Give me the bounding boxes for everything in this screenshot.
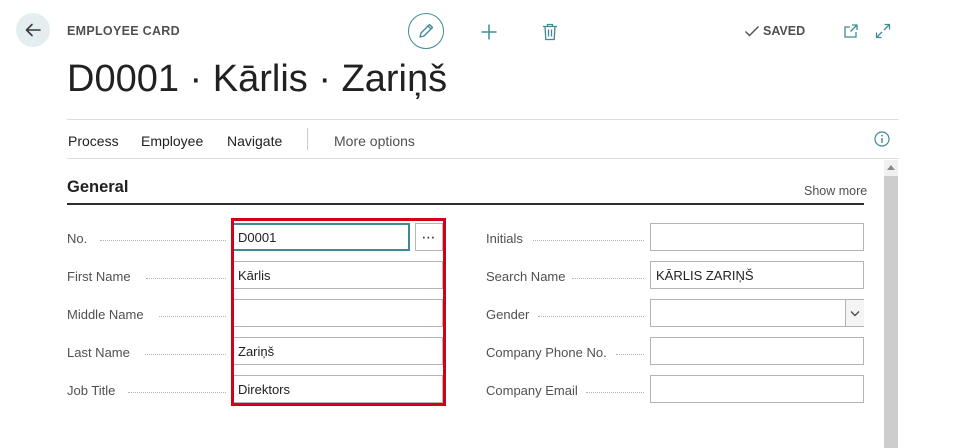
action-bar-bottom-divider xyxy=(67,158,899,159)
search-name-label-leader xyxy=(572,278,644,279)
gender-select[interactable] xyxy=(650,299,864,327)
expand-button[interactable] xyxy=(874,22,892,40)
trash-icon xyxy=(543,23,557,41)
first-name-label: First Name xyxy=(67,269,131,284)
saved-label: SAVED xyxy=(763,24,806,38)
job-title-label-leader xyxy=(128,392,226,393)
caret-up-icon xyxy=(887,165,895,170)
initials-label: Initials xyxy=(486,231,523,246)
delete-button[interactable] xyxy=(539,21,561,43)
chevron-down-icon xyxy=(850,310,860,316)
no-lookup-button[interactable]: ⋯ xyxy=(415,223,443,251)
menu-process[interactable]: Process xyxy=(68,133,119,149)
first-name-field[interactable]: Kārlis xyxy=(232,261,443,289)
job-title-field[interactable]: Direktors xyxy=(232,375,443,403)
page-type-caption: EMPLOYEE CARD xyxy=(67,24,180,38)
search-name-label: Search Name xyxy=(486,269,566,284)
initials-label-leader xyxy=(533,240,644,241)
section-title-general: General xyxy=(67,178,129,196)
gender-dropdown-button[interactable] xyxy=(845,300,864,326)
new-button[interactable] xyxy=(478,21,500,43)
gender-label-leader xyxy=(538,316,644,317)
company-phone-label: Company Phone No. xyxy=(486,345,607,360)
gender-label: Gender xyxy=(486,307,530,322)
pencil-icon xyxy=(419,23,434,38)
info-icon xyxy=(874,131,890,147)
menu-separator xyxy=(307,128,308,150)
first-name-label-leader xyxy=(146,278,226,279)
last-name-field[interactable]: Zariņš xyxy=(232,337,443,365)
no-field[interactable]: D0001 xyxy=(232,223,410,251)
last-name-label: Last Name xyxy=(67,345,130,360)
middle-name-label: Middle Name xyxy=(67,307,144,322)
expand-icon xyxy=(875,23,891,39)
company-email-label: Company Email xyxy=(486,383,578,398)
plus-icon xyxy=(481,24,497,40)
menu-employee[interactable]: Employee xyxy=(141,133,203,149)
arrow-left-icon xyxy=(25,23,41,37)
no-label: No. xyxy=(67,231,88,246)
edit-button[interactable] xyxy=(408,13,444,49)
open-in-new-window-icon xyxy=(844,24,858,38)
no-label-leader xyxy=(100,240,226,241)
show-more-link[interactable]: Show more xyxy=(804,184,867,198)
checkmark-icon xyxy=(745,26,759,37)
info-button[interactable] xyxy=(873,130,891,148)
search-name-field[interactable]: KĀRLIS ZARIŅŠ xyxy=(650,261,864,289)
scrollbar-thumb[interactable] xyxy=(884,176,898,448)
back-button[interactable] xyxy=(16,13,50,47)
job-title-label: Job Title xyxy=(67,383,116,398)
company-phone-label-leader xyxy=(616,354,644,355)
open-in-new-window-button[interactable] xyxy=(842,22,860,40)
company-phone-field[interactable] xyxy=(650,337,864,365)
scroll-up-button[interactable] xyxy=(884,160,898,174)
company-email-field[interactable] xyxy=(650,375,864,403)
middle-name-field[interactable] xyxy=(232,299,443,327)
company-email-label-leader xyxy=(586,392,644,393)
last-name-label-leader xyxy=(145,354,226,355)
saved-status: SAVED xyxy=(744,24,805,38)
action-bar-top-divider xyxy=(67,119,899,120)
page-title: D0001 · Kārlis · Zariņš xyxy=(67,58,448,100)
menu-more-options[interactable]: More options xyxy=(334,133,415,149)
menu-navigate[interactable]: Navigate xyxy=(227,133,282,149)
section-divider xyxy=(67,203,864,205)
middle-name-label-leader xyxy=(159,316,226,317)
initials-field[interactable] xyxy=(650,223,864,251)
